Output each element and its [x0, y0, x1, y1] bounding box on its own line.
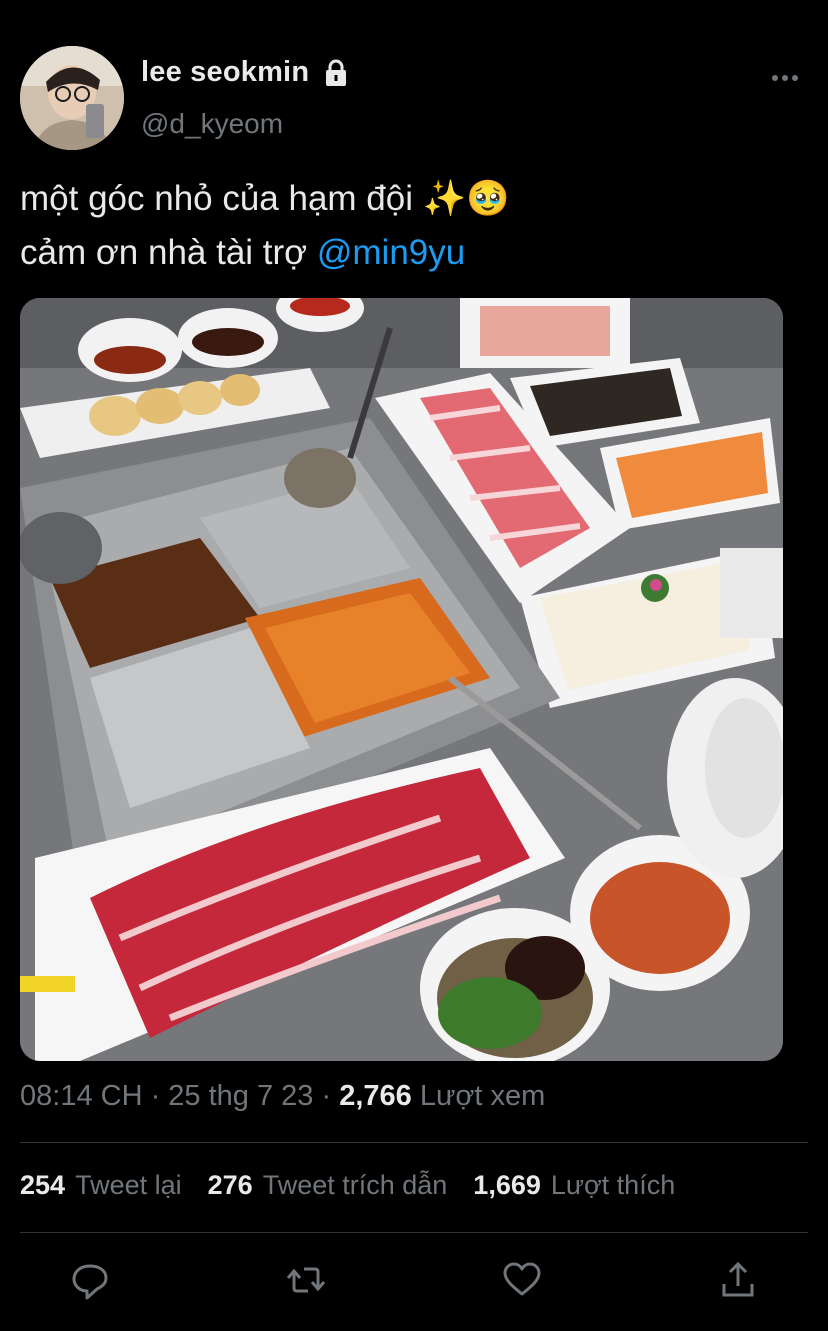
retweet-icon[interactable]	[286, 1258, 326, 1302]
hotpot-photo-image	[20, 298, 783, 1061]
avatar[interactable]	[20, 46, 124, 150]
meta-separator: ·	[142, 1080, 169, 1112]
tweet-line-2-text: cảm ơn nhà tài trợ	[20, 233, 317, 272]
more-options-icon[interactable]	[770, 68, 800, 88]
divider	[20, 1232, 808, 1233]
retweets-count: 254	[20, 1170, 66, 1200]
name-row: lee seokmin	[141, 56, 351, 89]
engagement-stats: 254 Tweet lại 276 Tweet trích dẫn 1,669 Lượ…	[20, 1170, 675, 1201]
likes-label: Lượt thích	[550, 1170, 676, 1200]
tweet-line-1: một góc nhỏ của hạm đội ✨🥹	[20, 179, 510, 218]
quotes-stat[interactable]: 276 Tweet trích dẫn	[208, 1170, 448, 1201]
quotes-count: 276	[207, 1170, 253, 1200]
views-label: Lượt xem	[411, 1080, 546, 1112]
lock-icon	[326, 59, 347, 86]
reply-icon[interactable]	[70, 1258, 110, 1302]
tweet-meta: 08:14 CH · 25 thg 7 23 · 2,766 Lượt xem	[20, 1080, 545, 1113]
username-handle[interactable]: @d_kyeom	[141, 108, 283, 140]
tweet-line-2: cảm ơn nhà tài trợ @min9yu	[20, 226, 800, 280]
like-icon[interactable]	[502, 1258, 542, 1302]
share-icon[interactable]	[718, 1258, 758, 1302]
tweet-text: một góc nhỏ của hạm đội ✨🥹 cảm ơn nhà tà…	[20, 172, 800, 280]
divider	[20, 1142, 808, 1143]
likes-stat[interactable]: 1,669 Lượt thích	[473, 1170, 675, 1201]
meta-separator: ·	[313, 1080, 340, 1112]
retweets-stat[interactable]: 254 Tweet lại	[20, 1170, 182, 1201]
mention-link[interactable]: @min9yu	[317, 233, 465, 272]
retweets-label: Tweet lại	[75, 1170, 182, 1200]
tweet-date[interactable]: 25 thg 7 23	[168, 1080, 313, 1112]
tweet-photo[interactable]	[20, 298, 783, 1061]
tweet-header: lee seokmin @d_kyeom	[20, 46, 808, 156]
display-name[interactable]: lee seokmin	[141, 56, 309, 89]
quotes-label: Tweet trích dẫn	[262, 1170, 448, 1200]
action-bar	[0, 1258, 828, 1306]
likes-count: 1,669	[473, 1170, 541, 1200]
views-count: 2,766	[339, 1080, 412, 1112]
tweet-time[interactable]: 08:14 CH	[20, 1080, 143, 1112]
